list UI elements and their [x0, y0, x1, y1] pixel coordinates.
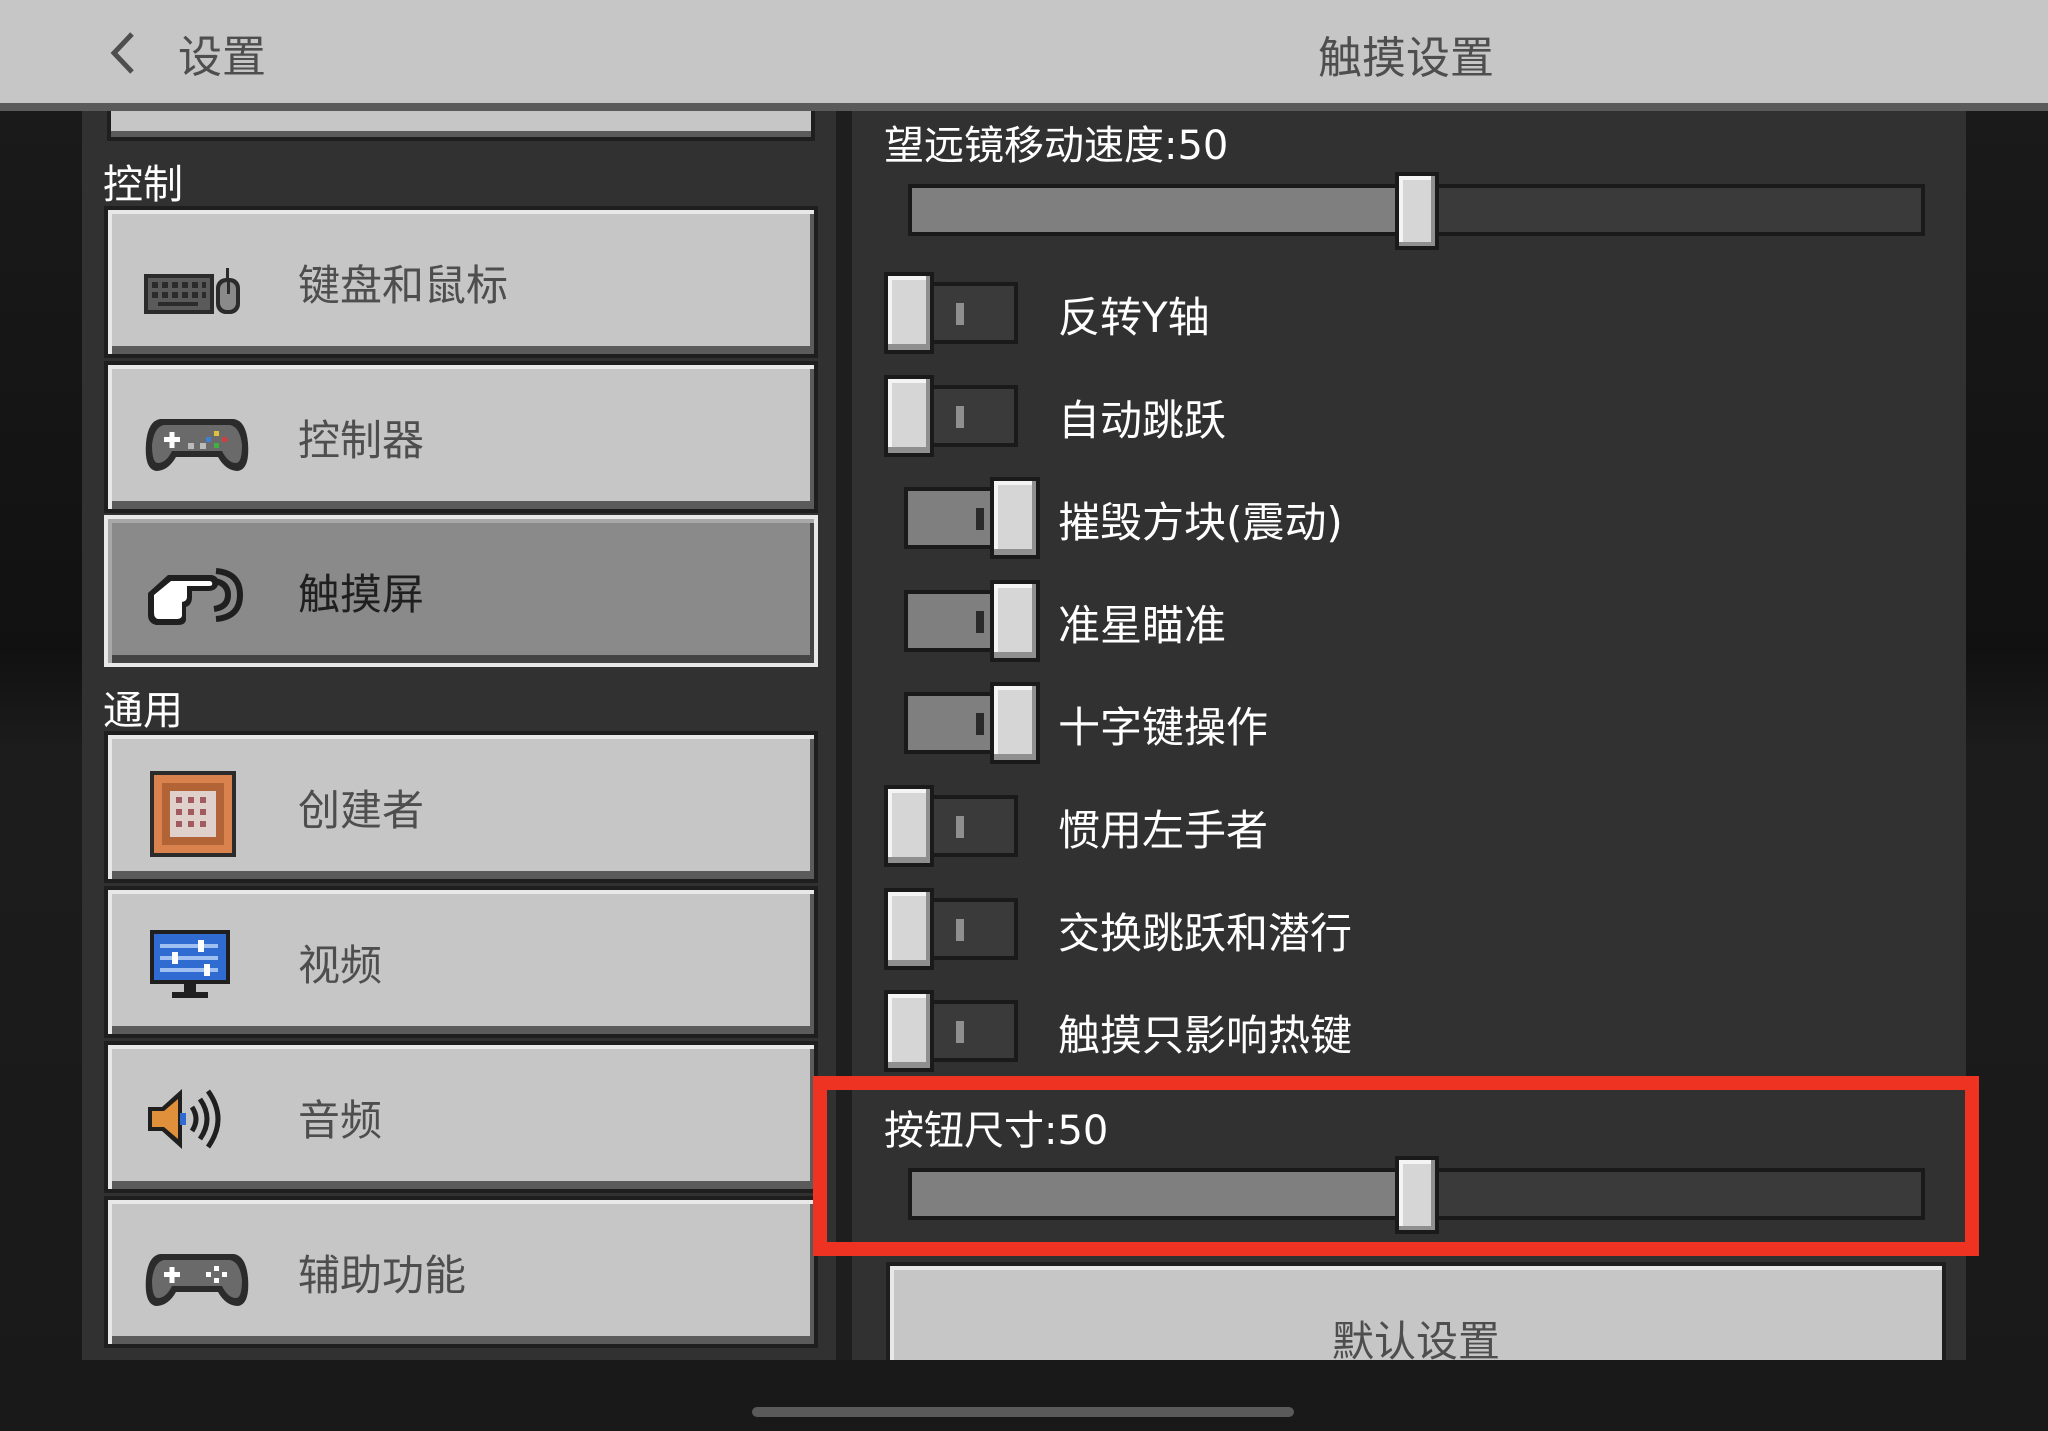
toggle-indicator-mark	[976, 713, 984, 735]
home-indicator[interactable]	[752, 1407, 1294, 1417]
toggle-indicator-mark	[956, 816, 964, 838]
sidebar-item-creator[interactable]: 创建者	[104, 731, 818, 883]
toggle-switch[interactable]	[904, 477, 1040, 559]
toggle-indicator-mark	[956, 406, 964, 428]
slider-fill	[912, 1172, 1417, 1216]
toggle-label: 自动跳跃	[1058, 396, 1227, 445]
button-size-slider[interactable]	[908, 1156, 1925, 1234]
sidebar-scrolled-item[interactable]	[107, 111, 815, 141]
sidebar-item-audio[interactable]: 音频	[104, 1041, 818, 1193]
toggle-label: 十字键操作	[1058, 703, 1269, 752]
toggle-indicator-mark	[956, 1021, 964, 1043]
sidebar-item-label: 音频	[298, 1095, 383, 1145]
monitor-icon	[142, 924, 242, 1004]
controller-icon	[142, 399, 249, 479]
toggle-indicator-mark	[976, 508, 984, 530]
toggle-label: 反转Y轴	[1058, 293, 1210, 342]
page-title: 触摸设置	[1318, 33, 1494, 84]
telescope-speed-slider[interactable]	[908, 172, 1925, 250]
toggle-knob	[884, 888, 934, 970]
sidebar-item-label: 辅助功能	[298, 1250, 467, 1300]
slider-fill	[912, 188, 1417, 232]
toggle-switch[interactable]	[884, 888, 1018, 970]
toggle-switch[interactable]	[904, 580, 1040, 662]
slider-handle[interactable]	[1395, 172, 1439, 250]
toggle-knob	[990, 477, 1040, 559]
toggle-switch[interactable]	[904, 682, 1040, 764]
button-size-label: 按钮尺寸:50	[884, 1108, 1109, 1154]
toggle-switch[interactable]	[884, 272, 1018, 354]
sidebar-item-label: 键盘和鼠标	[298, 260, 509, 310]
sidebar-item-video[interactable]: 视频	[104, 886, 818, 1038]
toggle-indicator-mark	[976, 611, 984, 633]
back-label: 设置	[178, 32, 266, 83]
sidebar-item-keyboard-mouse[interactable]: 键盘和鼠标	[104, 206, 818, 358]
toggle-label: 惯用左手者	[1058, 806, 1269, 855]
reset-defaults-label: 默认设置	[1332, 1317, 1501, 1366]
sidebar-item-label: 控制器	[298, 415, 425, 465]
controller-icon	[142, 1234, 249, 1314]
toggle-knob	[990, 580, 1040, 662]
sidebar-item-label: 触摸屏	[298, 569, 425, 619]
command-block-icon	[142, 769, 242, 857]
top-bar: 设置 触摸设置	[0, 0, 2048, 111]
touch-hand-icon	[142, 553, 244, 633]
toggle-indicator-mark	[956, 919, 964, 941]
toggle-indicator-mark	[956, 303, 964, 325]
keyboard-mouse-icon	[142, 244, 242, 324]
telescope-speed-label: 望远镜移动速度:50	[884, 123, 1229, 169]
toggle-knob	[990, 682, 1040, 764]
back-button[interactable]: 设置	[108, 18, 298, 88]
toggle-label: 准星瞄准	[1058, 601, 1227, 650]
section-label-general: 通用	[103, 688, 183, 734]
toggle-switch[interactable]	[884, 785, 1018, 867]
toggle-knob	[884, 785, 934, 867]
section-label-controls: 控制	[103, 162, 183, 208]
toggle-knob	[884, 272, 934, 354]
toggle-knob	[884, 990, 934, 1072]
toggle-switch[interactable]	[884, 990, 1018, 1072]
sidebar-item-label: 视频	[298, 940, 383, 990]
toggle-label: 交换跳跃和潜行	[1058, 909, 1353, 958]
panel-divider	[836, 111, 852, 1360]
sidebar-item-controller[interactable]: 控制器	[104, 361, 818, 513]
chevron-left-icon	[108, 23, 150, 83]
toggle-label: 触摸只影响热键	[1058, 1011, 1353, 1060]
toggle-knob	[884, 375, 934, 457]
sidebar-item-accessibility[interactable]: 辅助功能	[104, 1196, 818, 1348]
reset-defaults-button[interactable]: 默认设置	[886, 1262, 1946, 1366]
slider-handle[interactable]	[1395, 1156, 1439, 1234]
sidebar-item-label: 创建者	[298, 785, 425, 835]
toggle-switch[interactable]	[884, 375, 1018, 457]
toggle-label: 摧毁方块(震动)	[1058, 498, 1343, 547]
sidebar-item-touchscreen[interactable]: 触摸屏	[104, 515, 818, 667]
speaker-icon	[142, 1079, 242, 1159]
